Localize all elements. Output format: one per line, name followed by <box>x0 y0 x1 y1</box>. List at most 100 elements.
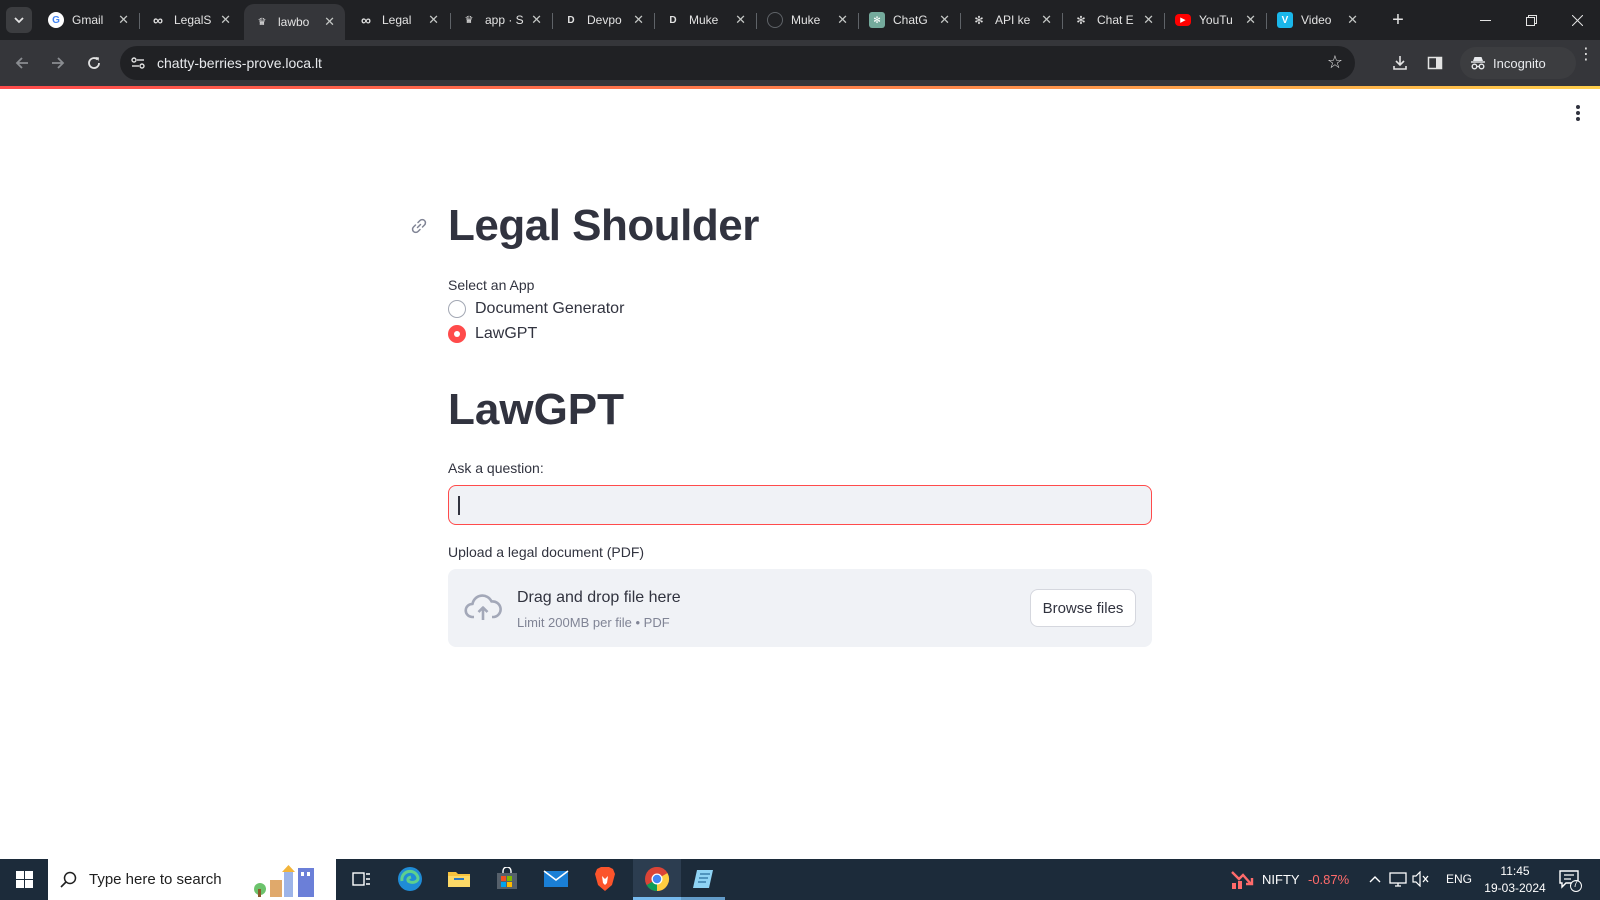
chevron-up-icon <box>1369 876 1381 883</box>
infinity-icon: ∞ <box>153 12 163 28</box>
taskbar-chrome[interactable] <box>642 864 672 894</box>
taskbar-clock[interactable]: 11:45 19-03-2024 <box>1480 863 1550 897</box>
stock-down-icon <box>1231 871 1254 889</box>
close-tab-icon[interactable]: ✕ <box>428 12 439 28</box>
downloads-button[interactable] <box>1388 51 1412 75</box>
close-tab-icon[interactable]: ✕ <box>1245 12 1256 28</box>
language-indicator[interactable]: ENG <box>1446 872 1472 886</box>
radio-lawgpt[interactable]: LawGPT <box>448 323 537 345</box>
incognito-badge[interactable]: Incognito <box>1460 47 1576 79</box>
windows-taskbar: Type here to search NIFTY -0.87% ENG 11:… <box>0 859 1600 900</box>
tab-lawbot-active[interactable]: ♛ lawbo ✕ <box>244 4 345 40</box>
taskbar-edge[interactable] <box>395 864 425 894</box>
radio-label: LawGPT <box>475 325 538 342</box>
tab-chat[interactable]: ✻ Chat E ✕ <box>1063 0 1164 40</box>
taskbar-search-box[interactable]: Type here to search <box>48 859 336 900</box>
mail-icon <box>543 870 569 887</box>
file-dropzone[interactable]: Drag and drop file here Limit 200MB per … <box>448 569 1152 647</box>
new-tab-button[interactable]: + <box>1386 8 1410 32</box>
bookmark-star-icon[interactable]: ☆ <box>1327 52 1343 73</box>
forward-button[interactable] <box>44 49 72 77</box>
radio-circle-unchecked[interactable] <box>448 300 466 318</box>
question-label: Ask a question: <box>448 460 544 476</box>
nifty-widget-icon[interactable] <box>1228 864 1258 894</box>
nifty-change: -0.87% <box>1308 872 1350 887</box>
side-panel-button[interactable] <box>1423 51 1447 75</box>
streamlit-crown-icon: ♛ <box>464 14 474 26</box>
close-tab-icon[interactable]: ✕ <box>837 12 848 28</box>
dropzone-limit-text: Limit 200MB per file • PDF <box>517 615 670 630</box>
site-info-icon[interactable] <box>128 53 148 73</box>
network-button[interactable] <box>1388 864 1408 894</box>
close-tab-icon[interactable]: ✕ <box>531 12 542 28</box>
app-main-menu-button[interactable] <box>1575 103 1581 123</box>
close-tab-icon[interactable]: ✕ <box>1041 12 1052 28</box>
tab-devpost[interactable]: D Devpo ✕ <box>553 0 654 40</box>
tab-strip: G Gmail ✕ ∞ LegalS ✕ ♛ lawbo ✕ ∞ Legal ✕… <box>0 0 1600 40</box>
close-tab-icon[interactable]: ✕ <box>118 12 129 28</box>
restore-icon <box>1525 14 1537 26</box>
chevron-down-icon <box>14 17 24 24</box>
tab-legals[interactable]: ∞ LegalS ✕ <box>140 0 241 40</box>
section-title: LawGPT <box>448 385 625 434</box>
forward-arrow-icon <box>52 57 65 69</box>
dropzone-instructions: Drag and drop file here <box>517 589 681 606</box>
taskbar-mail[interactable] <box>541 864 571 894</box>
notification-center-button[interactable]: 7 <box>1558 868 1582 892</box>
reload-button[interactable] <box>80 49 108 77</box>
start-button[interactable] <box>0 859 48 900</box>
chatgpt-icon: ✻ <box>869 12 885 28</box>
tab-search-button[interactable] <box>6 7 32 33</box>
tab-youtube[interactable]: ▶ YouTu ✕ <box>1165 0 1266 40</box>
close-tab-icon[interactable]: ✕ <box>633 12 644 28</box>
link-anchor-icon[interactable] <box>410 217 428 235</box>
menu-dot <box>1576 117 1580 121</box>
browse-files-button[interactable]: Browse files <box>1030 589 1136 627</box>
search-icon <box>60 871 77 888</box>
browser-menu-button[interactable]: ⋮ <box>1578 47 1594 63</box>
close-tab-icon[interactable]: ✕ <box>324 14 335 30</box>
radio-circle-checked[interactable] <box>448 325 466 343</box>
taskbar-brave[interactable] <box>590 864 620 894</box>
close-tab-icon[interactable]: ✕ <box>1143 12 1154 28</box>
tab-chatgpt[interactable]: ✻ ChatG ✕ <box>859 0 960 40</box>
app-select-label: Select an App <box>448 277 535 293</box>
back-button[interactable] <box>8 49 36 77</box>
brave-icon <box>595 867 615 891</box>
close-tab-icon[interactable]: ✕ <box>939 12 950 28</box>
volume-muted-icon <box>1412 871 1429 887</box>
taskbar-store[interactable] <box>492 864 522 894</box>
close-window-button[interactable] <box>1554 0 1600 40</box>
task-view-button[interactable] <box>347 864 377 894</box>
download-icon <box>1393 56 1407 70</box>
edge-icon <box>398 867 422 891</box>
taskbar-notepad[interactable] <box>689 864 719 894</box>
question-input[interactable] <box>448 485 1152 525</box>
radio-document-generator[interactable]: Document Generator <box>448 298 624 320</box>
show-hidden-icons-button[interactable] <box>1366 864 1384 894</box>
incognito-icon <box>1471 57 1485 70</box>
tab-legal[interactable]: ∞ Legal ✕ <box>348 0 449 40</box>
close-tab-icon[interactable]: ✕ <box>220 12 231 28</box>
incognito-label: Incognito <box>1493 55 1546 71</box>
tab-app[interactable]: ♛ app · S ✕ <box>451 0 552 40</box>
url-text[interactable]: chatty-berries-prove.loca.lt <box>157 55 322 71</box>
tab-api-keys[interactable]: ✻ API ke ✕ <box>961 0 1062 40</box>
restore-button[interactable] <box>1508 0 1554 40</box>
folder-icon <box>448 872 470 887</box>
address-bar[interactable]: chatty-berries-prove.loca.lt ☆ <box>120 46 1355 80</box>
close-tab-icon[interactable]: ✕ <box>1347 12 1358 28</box>
volume-button[interactable] <box>1411 864 1431 894</box>
close-tab-icon[interactable]: ✕ <box>735 12 746 28</box>
tab-gmail[interactable]: G Gmail ✕ <box>38 0 139 40</box>
notification-icon <box>1559 870 1582 892</box>
search-placeholder: Type here to search <box>89 871 222 888</box>
chrome-icon <box>645 866 670 891</box>
tab-mukesh-github[interactable]: Muke ✕ <box>757 0 858 40</box>
taskbar-file-explorer[interactable] <box>444 864 474 894</box>
tab-video[interactable]: V Video ✕ <box>1267 0 1368 40</box>
openai-icon: ✻ <box>1076 14 1086 27</box>
minimize-button[interactable] <box>1462 0 1508 40</box>
google-icon: G <box>48 12 64 28</box>
tab-mukesh-devpost[interactable]: D Muke ✕ <box>655 0 756 40</box>
